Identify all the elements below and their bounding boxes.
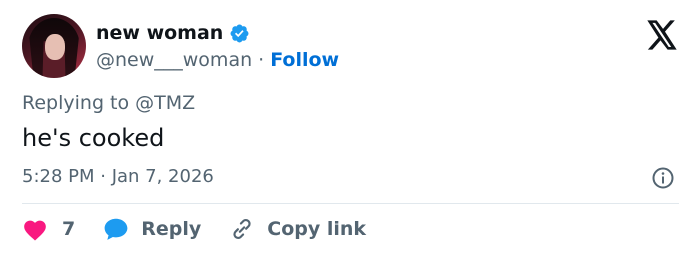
copy-link-button[interactable]: Copy link	[229, 216, 366, 242]
replying-to: Replying to @TMZ	[22, 92, 195, 114]
tweet-header: new woman @new___woman · Follow	[22, 14, 682, 80]
display-name[interactable]: new woman	[96, 22, 223, 44]
divider	[22, 203, 679, 204]
user-handle[interactable]: @new___woman	[96, 49, 252, 71]
action-bar: 7 Reply Copy link	[22, 214, 366, 244]
avatar-face	[45, 34, 65, 60]
info-icon[interactable]	[651, 166, 675, 190]
verified-badge-icon	[230, 24, 249, 42]
x-logo-icon[interactable]	[646, 20, 678, 50]
avatar[interactable]	[22, 14, 86, 78]
separator-dot: ·	[258, 49, 265, 71]
like-button[interactable]: 7	[22, 217, 75, 241]
copy-link-label: Copy link	[267, 218, 367, 240]
reply-label: Reply	[141, 218, 202, 240]
replying-mention[interactable]: @TMZ	[135, 92, 195, 114]
timestamp[interactable]: 5:28 PM · Jan 7, 2026	[22, 166, 214, 187]
reply-bubble-icon	[104, 218, 128, 240]
tweet-text: he's cooked	[22, 124, 165, 152]
reply-button[interactable]: Reply	[103, 217, 201, 241]
name-row: new woman	[96, 20, 250, 46]
heart-icon	[24, 220, 46, 241]
follow-button[interactable]: Follow	[270, 49, 339, 71]
like-count: 7	[62, 218, 76, 240]
replying-prefix: Replying to	[22, 92, 130, 114]
link-icon	[233, 219, 251, 239]
handle-row: @new___woman · Follow	[96, 47, 339, 73]
